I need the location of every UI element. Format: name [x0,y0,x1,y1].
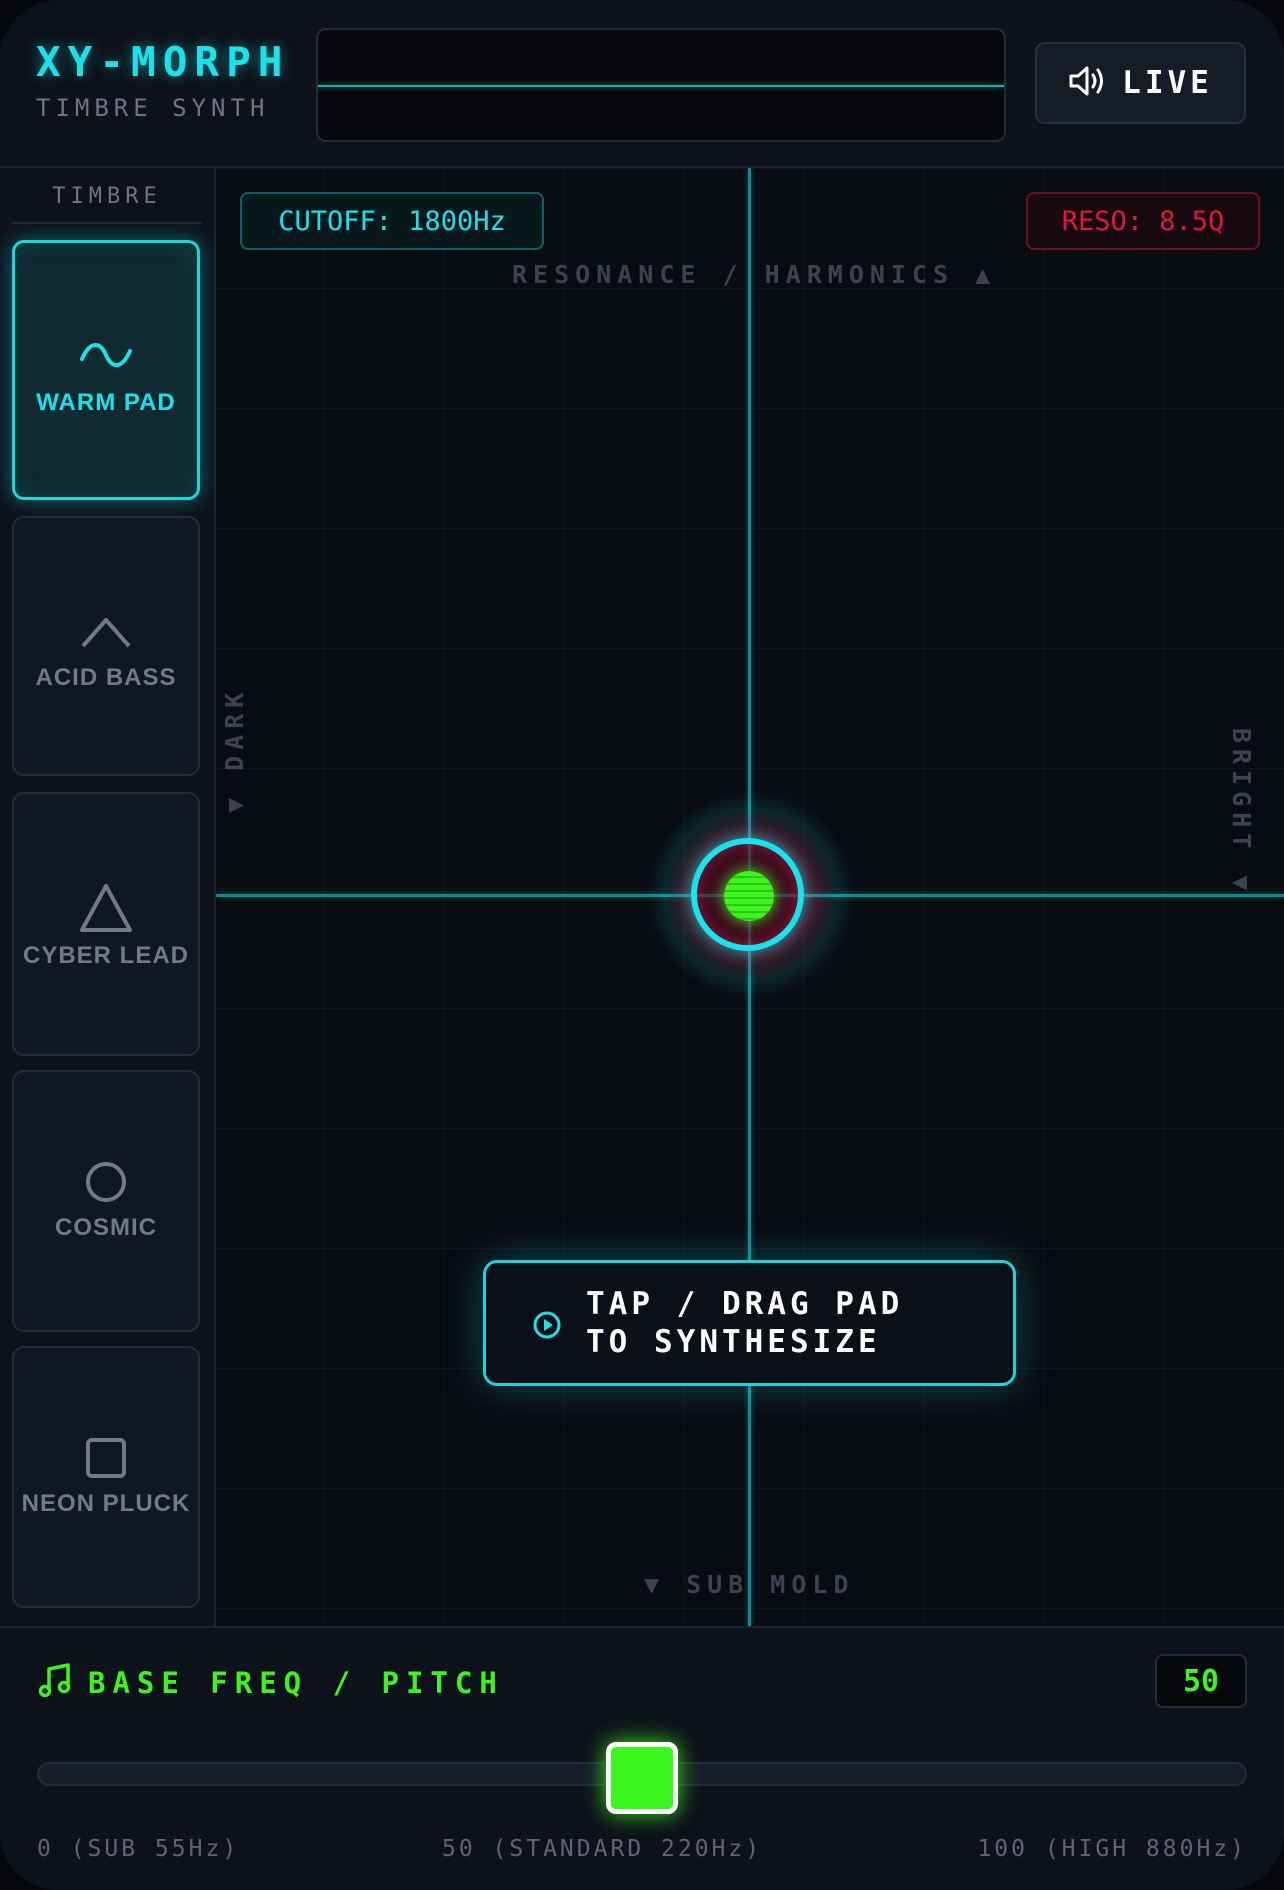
preset-label: WARM PAD [36,389,176,416]
xy-cursor-core [724,871,774,921]
live-label: LIVE [1122,65,1213,101]
resonance-readout: RESO: 8.5Q [1026,192,1260,250]
preset-neon-pluck[interactable]: NEON PLUCK [12,1346,200,1608]
sine-wave-icon [15,337,197,378]
tap-drag-hint: TAP / DRAG PAD TO SYNTHESIZE [483,1260,1016,1386]
preset-cosmic[interactable]: COSMIC [12,1070,200,1332]
app-subtitle: TIMBRE SYNTH [36,94,270,122]
pitch-tick-mid: 50 (STANDARD 220Hz) [442,1836,763,1862]
music-note-icon [38,1662,72,1703]
preset-label: CYBER LEAD [22,942,189,969]
preset-warm-pad[interactable]: WARM PAD [12,240,200,500]
circle-icon [14,1160,198,1209]
preset-label: COSMIC [55,1214,157,1241]
play-circle-icon [532,1310,562,1345]
live-button[interactable]: LIVE [1035,42,1246,124]
triangle-icon [14,882,198,939]
preset-label: NEON PLUCK [21,1490,191,1517]
oscilloscope-display [316,28,1006,142]
axis-label-bottom: ▼ SUB MOLD [644,1570,855,1599]
speaker-volume-icon [1068,64,1108,103]
axis-label-left: ▼ DARK [220,686,249,813]
cutoff-readout: CUTOFF: 1800Hz [240,192,544,250]
axis-label-top: RESONANCE / HARMONICS ▲ [512,260,997,289]
pitch-value: 50 [1155,1654,1247,1708]
xy-pad[interactable]: CUTOFF: 1800Hz RESO: 8.5Q RESONANCE / HA… [216,168,1284,1626]
timbre-sidebar: TIMBRE WARM PAD ACID BASS CYBER LEAD COS… [0,168,216,1626]
timbre-heading: TIMBRE [12,184,202,224]
pitch-tick-min: 0 (SUB 55Hz) [37,1836,240,1862]
pitch-tick-max: 100 (HIGH 880Hz) [977,1836,1247,1862]
preset-cyber-lead[interactable]: CYBER LEAD [12,792,200,1056]
pitch-label: BASE FREQ / PITCH [88,1665,504,1700]
preset-label: ACID BASS [35,664,177,691]
waveform-line [318,85,1004,87]
preset-acid-bass[interactable]: ACID BASS [12,516,200,776]
axis-label-right: BRIGHT ▼ [1227,728,1256,897]
pitch-header: BASE FREQ / PITCH [38,1662,504,1703]
hint-text: TAP / DRAG PAD TO SYNTHESIZE [586,1286,904,1360]
square-icon [14,1436,198,1485]
pitch-panel: BASE FREQ / PITCH 50 0 (SUB 55Hz) 50 (ST… [0,1626,1284,1890]
pitch-slider-thumb[interactable] [606,1742,678,1814]
synth-app: XY-MORPH TIMBRE SYNTH LIVE TIMBRE WARM P… [0,0,1284,1890]
app-title: XY-MORPH [36,38,290,86]
header: XY-MORPH TIMBRE SYNTH LIVE [0,0,1284,168]
chevron-up-icon [14,614,198,655]
